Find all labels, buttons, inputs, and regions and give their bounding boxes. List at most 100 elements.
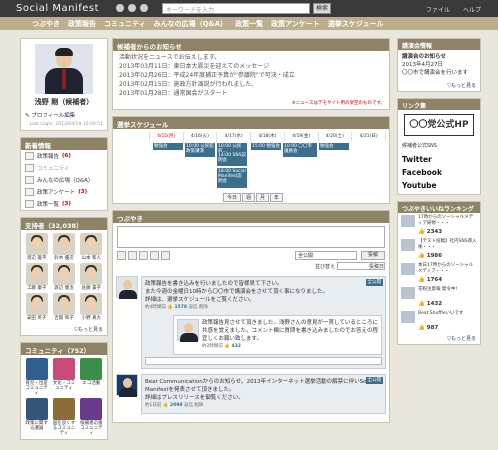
community-thumb <box>80 398 103 420</box>
links-panel: リンク集 〇〇党公式HP 候補者公式SNS Twitter Facebook Y… <box>397 98 481 195</box>
schedule-event[interactable]: 14:00 SNS説明会 <box>217 152 247 166</box>
news-item[interactable]: みんなの広場（Q&A） <box>21 174 107 186</box>
ranking-item[interactable]: 花粉注意報 発令中！ 👍 1432 <box>398 285 480 309</box>
schedule-year-button[interactable]: 年 <box>270 193 284 202</box>
notice-item[interactable]: 2013年03月11日：東日本大震災を迎えてのメッセージ <box>119 62 383 71</box>
nav-community[interactable]: コミュニティ <box>104 19 146 29</box>
schedule-today-button[interactable]: 今日 <box>223 193 242 202</box>
community-item[interactable]: 政策に関する議論 <box>24 398 49 436</box>
nav-qa[interactable]: みんなの広場（Q&A） <box>154 19 227 29</box>
community-item[interactable]: 育児・出産コミュニティ <box>24 358 49 396</box>
supporter[interactable]: 鈴木 優次 <box>51 233 76 261</box>
ranking-item[interactable]: 【テスト投稿】社内SNS導入後・・・ 👍 1986 <box>398 237 480 261</box>
attach-icon[interactable] <box>128 251 137 260</box>
notice-item[interactable]: 2013年02月26日：平成24年度補正予算が"参議院"で可決・成立 <box>119 71 383 80</box>
last-login: Last Login: 2013/04/19 10:09:51 <box>29 122 103 127</box>
avatar <box>25 293 48 315</box>
reply-links[interactable]: 返信 削除 <box>184 403 203 408</box>
emoji-icon[interactable] <box>161 251 170 260</box>
schedule-event[interactable]: 10:00 公民館政策講演 <box>185 143 215 157</box>
tweet-item: 全公開 政策報告を書き込みを行いましたので皆様見て下さい。 また今週の金曜日10… <box>116 276 386 369</box>
news-item[interactable]: 政策報告 (6) <box>21 150 107 162</box>
ranking-item[interactable]: Beat Shuffleいいです 👍 987 <box>398 309 480 333</box>
ranking-panel: つぶやきいいねランキング 17時からのソーシャルメディア研修・・・ 👍 2343 … <box>397 201 481 345</box>
file-menu[interactable]: ファイル <box>426 5 450 14</box>
schedule-month-button[interactable]: 月 <box>256 193 270 202</box>
facebook-link[interactable]: Facebook <box>402 166 476 179</box>
post-button[interactable]: 投稿 <box>361 251 385 260</box>
app-logo[interactable]: Social Manifest <box>16 3 99 14</box>
globe-icon[interactable] <box>140 4 148 12</box>
schedule-view-nav: 今日 週 月 年 <box>223 193 284 202</box>
supporter[interactable]: 山本 和人 <box>79 233 104 261</box>
nav-policy-list[interactable]: 政策一覧 <box>235 19 263 29</box>
community-thumb <box>80 358 103 380</box>
link-icon[interactable] <box>150 251 159 260</box>
schedule-week-button[interactable]: 週 <box>242 193 256 202</box>
help-menu[interactable]: ヘルプ <box>463 5 481 14</box>
community-item[interactable]: 候補者応援コミュニティ <box>79 398 104 436</box>
video-icon[interactable] <box>139 251 148 260</box>
sort-select[interactable]: 投稿日 <box>337 262 385 270</box>
avatar[interactable] <box>116 374 138 397</box>
like-button[interactable]: 👍 1578 <box>167 305 187 310</box>
search-input[interactable]: キーワードを入力 <box>162 3 310 14</box>
avatar[interactable] <box>177 319 199 342</box>
avatar <box>80 293 103 315</box>
ranking-item[interactable]: 17時からのソーシャルメディア研修・・・ 👍 2343 <box>398 213 480 237</box>
people-icon[interactable] <box>116 4 124 12</box>
like-button[interactable]: 👍 2098 <box>163 403 183 408</box>
community-item[interactable]: エコ活動 <box>79 358 104 396</box>
schedule-event[interactable]: 18:00 Social Manifest説明会 <box>217 168 247 188</box>
schedule-event[interactable]: 15:00 勉強会 <box>251 143 281 150</box>
schedule-event[interactable]: 10:00 〇〇市議員会 <box>283 143 317 157</box>
supporter[interactable]: 工藤 康子 <box>24 263 49 291</box>
links-title: リンク集 <box>398 99 480 110</box>
document-icon <box>25 152 34 160</box>
right-column: 講演会情報 講演会のお知らせ 2013年4月27日 〇〇市で講演会を行います ▽… <box>397 38 481 351</box>
nav-schedule[interactable]: 選挙スケジュール <box>328 19 384 29</box>
like-button[interactable]: 👍 432 <box>224 344 241 349</box>
tweets-title: つぶやき <box>113 211 389 223</box>
community-item[interactable]: 文化・コミュニティ <box>51 358 76 396</box>
party-hp-link[interactable]: 〇〇党公式HP <box>404 114 474 136</box>
youtube-link[interactable]: Youtube <box>402 179 476 192</box>
schedule-event[interactable]: 勉強会 <box>319 143 349 150</box>
meeting-more-link[interactable]: ▽もっと見る <box>398 80 480 91</box>
tweet-textarea[interactable] <box>117 226 385 248</box>
profile-edit-link[interactable]: ✎ プロフィール編集 <box>21 109 107 121</box>
supporter[interactable]: 安田 英子 <box>24 293 49 321</box>
supporter[interactable]: 佐藤 貴子 <box>79 263 104 291</box>
nav-policy-report[interactable]: 政策報告 <box>68 19 96 29</box>
supporters-panel: 支持者（32,038） 渡辺 雄平 鈴木 優次 山本 和人 工藤 康子 渡辺 健… <box>20 217 108 336</box>
schedule-event[interactable]: 勉強会 <box>153 143 183 150</box>
reply-links[interactable]: 返信 削除 <box>188 305 207 310</box>
image-icon[interactable] <box>117 251 126 260</box>
search-button[interactable]: 検索 <box>313 3 331 14</box>
supporter[interactable]: 小野 真大 <box>79 293 104 321</box>
meeting-title: 講演会情報 <box>398 39 480 50</box>
profile-avatar[interactable] <box>35 44 93 94</box>
news-item[interactable]: 政策一覧 (3) <box>21 198 107 210</box>
supporter[interactable]: 渡辺 雄平 <box>24 233 49 261</box>
reply-item: 政策報告見させて頂きました。浅野さんの意見が一貫しているところに共感を覚えました… <box>173 315 382 355</box>
visibility-select[interactable]: 全公開 <box>295 251 357 260</box>
meeting-heading[interactable]: 講演会のお知らせ <box>402 53 476 61</box>
nav-tweets[interactable]: つぶやき <box>32 19 60 29</box>
ranking-more-link[interactable]: ▽もっと見る <box>398 333 480 344</box>
nav-survey[interactable]: 政策アンケート <box>271 19 320 29</box>
notice-item[interactable]: 2013年02月15日：施政方針演説が行われました。 <box>119 80 383 89</box>
supporter[interactable]: 吉賀 和子 <box>51 293 76 321</box>
news-item[interactable]: コミュニティ <box>21 162 107 174</box>
schedule-header: 4/15(月) 4/16(火) 4/17(水) 4/18(木) 4/19(金) … <box>116 132 386 141</box>
reply-input[interactable] <box>145 357 382 365</box>
notice-item[interactable]: 2013年01月28日：通常国会がスタート <box>119 89 383 98</box>
avatar[interactable] <box>116 276 138 299</box>
community-item[interactable]: 国を良くするコミュニティ <box>51 398 76 436</box>
supporters-more-link[interactable]: ▽もっと見る <box>21 324 107 335</box>
ranking-item[interactable]: 本日17時からのソーシャルメディア・・・ 👍 1764 <box>398 261 480 285</box>
message-icon[interactable] <box>128 4 136 12</box>
supporter[interactable]: 渡辺 健治 <box>51 263 76 291</box>
news-item[interactable]: 政策アンケート (3) <box>21 186 107 198</box>
twitter-link[interactable]: Twitter <box>402 153 476 166</box>
